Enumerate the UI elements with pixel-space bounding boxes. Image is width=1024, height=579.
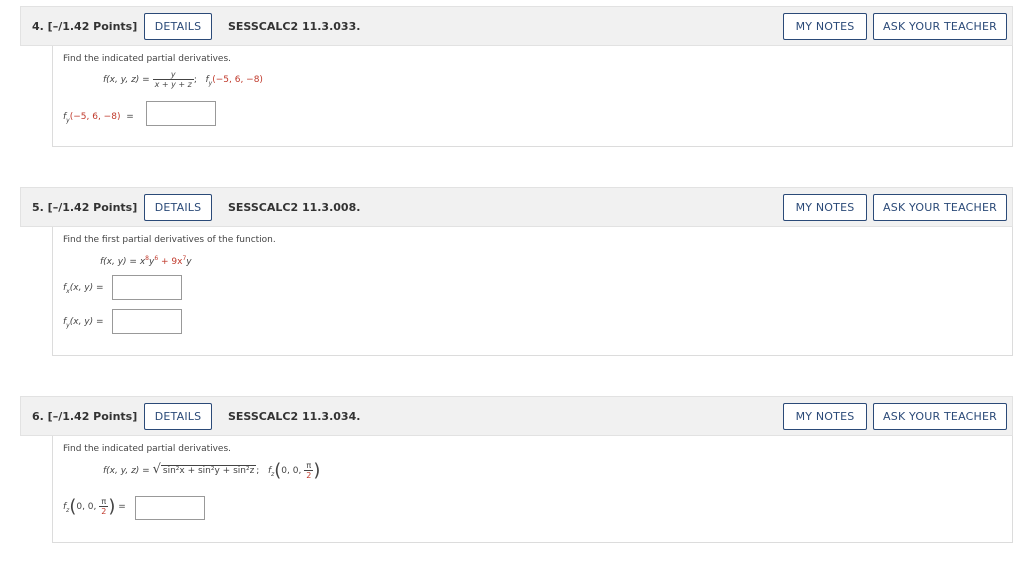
question-6: 6. [–/1.42 Points] DETAILS SESSCALC2 11.…: [20, 396, 1013, 543]
fy-answer-input[interactable]: [112, 309, 182, 334]
question-4: 4. [–/1.42 Points] DETAILS SESSCALC2 11.…: [20, 6, 1013, 147]
details-button[interactable]: DETAILS: [144, 13, 212, 40]
question-number: 5. [–/1.42 Points]: [32, 201, 138, 214]
pi-over-two: π2: [99, 497, 109, 516]
question-code: SESSCALC2 11.3.008.: [228, 201, 361, 214]
fraction-denominator: x + y + z: [154, 80, 192, 89]
question-5: 5. [–/1.42 Points] DETAILS SESSCALC2 11.…: [20, 187, 1013, 356]
my-notes-button[interactable]: MY NOTES: [783, 194, 867, 221]
question-number: 4. [–/1.42 Points]: [32, 20, 138, 33]
question-prompt: Find the indicated partial derivatives.: [63, 54, 232, 64]
answer-label: fy(−5, 6, −8) =: [63, 112, 134, 124]
question-prompt: Find the indicated partial derivatives.: [63, 444, 232, 454]
question-number: 6. [–/1.42 Points]: [32, 410, 138, 423]
answer-input[interactable]: [135, 496, 205, 520]
answer-label: fz(0, 0, π 2) =: [63, 496, 126, 517]
my-notes-button[interactable]: MY NOTES: [783, 403, 867, 430]
fx-label: fx(x, y) =: [63, 283, 104, 295]
target-args: (−5, 6, −8): [212, 75, 263, 85]
question-header: 4. [–/1.42 Points] DETAILS SESSCALC2 11.…: [20, 6, 1013, 46]
ask-teacher-button[interactable]: ASK YOUR TEACHER: [873, 403, 1007, 430]
question-body: Find the indicated partial derivatives. …: [52, 436, 1013, 543]
fy-label: fy(x, y) =: [63, 317, 104, 329]
ask-teacher-button[interactable]: ASK YOUR TEACHER: [873, 194, 1007, 221]
details-button[interactable]: DETAILS: [144, 194, 212, 221]
fraction-numerator: y: [152, 70, 194, 80]
function-definition: f(x, y, z) = y x + y + z ; fy(−5, 6, −8): [103, 70, 263, 89]
details-button[interactable]: DETAILS: [144, 403, 212, 430]
question-prompt: Find the first partial derivatives of th…: [63, 235, 276, 245]
question-body: Find the first partial derivatives of th…: [52, 227, 1013, 356]
fraction: y x + y + z: [152, 70, 194, 89]
sqrt-body: sin²x + sin²y + sin²z: [160, 465, 257, 476]
question-header: 6. [–/1.42 Points] DETAILS SESSCALC2 11.…: [20, 396, 1013, 436]
function-lhs: f(x, y, z) =: [103, 75, 150, 85]
pi-over-two: π2: [304, 461, 314, 480]
function-definition: f(x, y, z) = √ sin²x + sin²y + sin²z; fz(…: [103, 460, 321, 481]
ask-teacher-button[interactable]: ASK YOUR TEACHER: [873, 13, 1007, 40]
fx-answer-input[interactable]: [112, 275, 182, 300]
question-code: SESSCALC2 11.3.033.: [228, 20, 361, 33]
question-header: 5. [–/1.42 Points] DETAILS SESSCALC2 11.…: [20, 187, 1013, 227]
answer-input[interactable]: [146, 101, 216, 126]
question-code: SESSCALC2 11.3.034.: [228, 410, 361, 423]
my-notes-button[interactable]: MY NOTES: [783, 13, 867, 40]
sqrt-icon: √: [152, 462, 161, 477]
function-definition: f(x, y) = x8y6 + 9x7y: [100, 255, 192, 267]
question-body: Find the indicated partial derivatives. …: [52, 46, 1013, 147]
